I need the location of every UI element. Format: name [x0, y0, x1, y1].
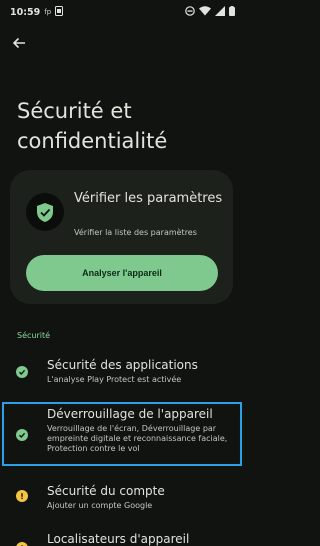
- section-label: Sécurité: [17, 331, 51, 340]
- list-item-app-security[interactable]: Sécurité des applications L'analyse Play…: [0, 356, 245, 392]
- page-title: Sécurité et confidentialité: [17, 99, 168, 153]
- item-subtitle: Ajouter un compte Google: [47, 501, 153, 510]
- card-subtitle: Vérifier la liste des paramètres: [74, 228, 197, 237]
- list-item-account-security[interactable]: Sécurité du compte Ajouter un compte Goo…: [0, 482, 245, 518]
- item-title: Localisateurs d'appareil: [47, 532, 190, 546]
- scan-device-button[interactable]: Analyser l'appareil: [26, 255, 218, 291]
- check-circle-icon: [16, 429, 28, 441]
- item-subtitle: L'analyse Play Protect est activée: [47, 375, 182, 384]
- warning-circle-icon: [16, 490, 28, 502]
- status-fp: fp: [44, 8, 52, 16]
- warning-circle-icon: [16, 542, 28, 546]
- wifi-icon: [199, 5, 211, 19]
- item-title: Déverrouillage de l'appareil: [47, 407, 213, 421]
- item-subtitle: Verrouillage de l'écran, Déverrouillage …: [47, 424, 228, 453]
- list-item-device-unlock[interactable]: Déverrouillage de l'appareil Verrouillag…: [0, 405, 245, 463]
- do-not-disturb-icon: [185, 5, 195, 19]
- sim-card-icon: [55, 5, 64, 19]
- check-circle-icon: [16, 366, 28, 378]
- back-button[interactable]: [9, 34, 29, 52]
- battery-icon: [229, 5, 235, 19]
- item-title: Sécurité des applications: [47, 358, 198, 372]
- shield-check-icon: [26, 193, 64, 231]
- arrow-back-icon: [12, 34, 26, 53]
- signal-icon: [215, 5, 225, 19]
- status-time: 10:59: [10, 6, 41, 18]
- status-bar: 10:59 fp: [0, 0, 245, 24]
- list-item-device-finders[interactable]: Localisateurs d'appareil: [0, 532, 245, 546]
- card-title: Vérifier les paramètres: [74, 191, 223, 206]
- security-check-card: Vérifier les paramètres Vérifier la list…: [10, 170, 233, 304]
- item-title: Sécurité du compte: [47, 484, 165, 498]
